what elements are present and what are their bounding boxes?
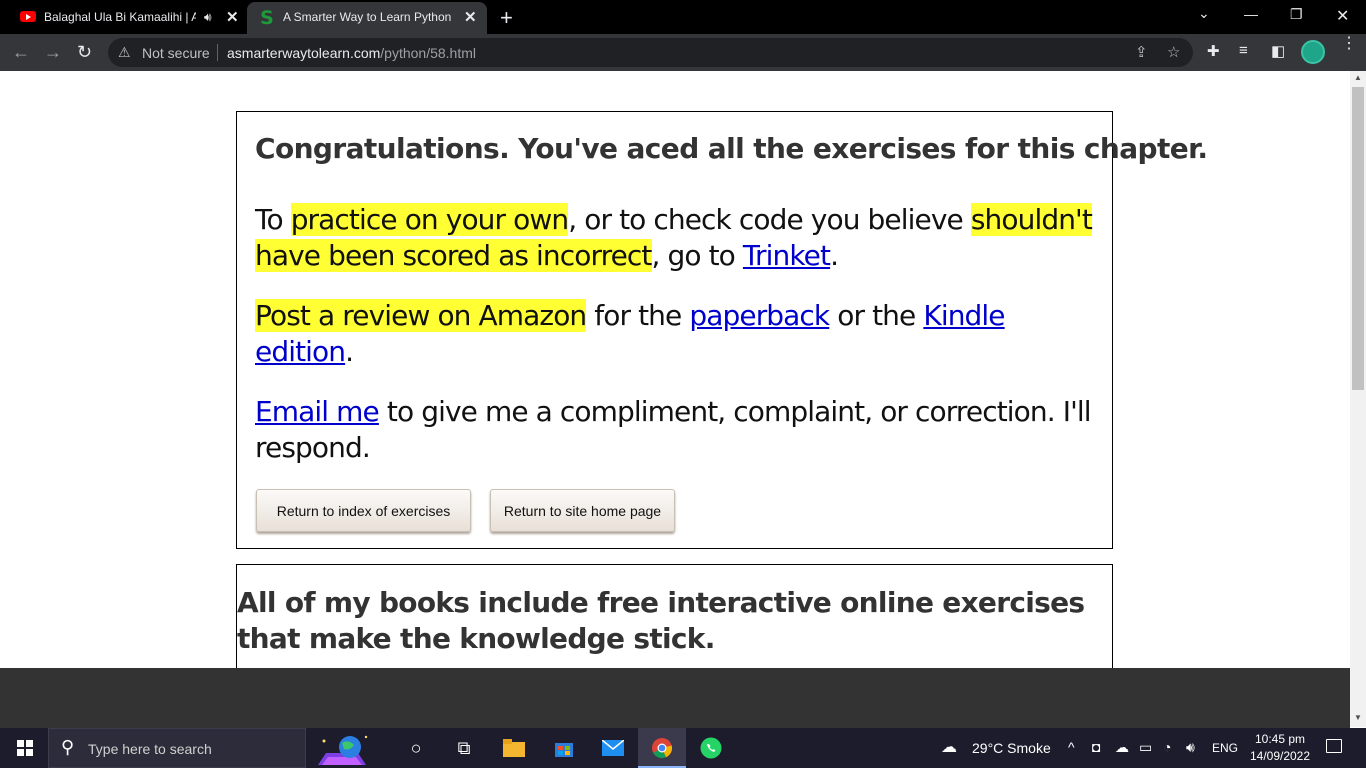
security-label[interactable]: Not secure xyxy=(142,45,210,61)
search-icon: ⚲ xyxy=(61,737,75,757)
scroll-up-arrow-icon[interactable]: ▲ xyxy=(1354,73,1362,82)
books-heading: All of my books include free interactive… xyxy=(237,586,1085,655)
windows-start-icon[interactable] xyxy=(17,740,33,756)
side-panel-icon[interactable]: ◧ xyxy=(1271,42,1285,60)
congrats-heading: Congratulations. You've aced all the exe… xyxy=(255,132,1208,165)
scroll-down-arrow-icon[interactable]: ▼ xyxy=(1354,713,1362,722)
volume-icon[interactable]: 🔊︎ xyxy=(1186,739,1195,756)
email-paragraph: Email me to give me a compliment, compla… xyxy=(255,395,1092,464)
divider xyxy=(217,44,218,61)
clock-date: 14/09/2022 xyxy=(1249,749,1311,763)
notifications-icon[interactable] xyxy=(1326,739,1342,753)
tab-title: Balaghal Ula Bi Kamaalihi | A xyxy=(44,10,196,24)
profile-avatar[interactable] xyxy=(1301,40,1325,64)
chevron-up-icon[interactable]: ^ xyxy=(1068,739,1075,755)
reload-icon[interactable]: ↻ xyxy=(77,42,92,63)
cortana-circle-icon[interactable]: ○ xyxy=(404,736,428,760)
url-text[interactable]: asmarterwaytolearn.com/python/58.html xyxy=(227,45,476,61)
page-scrollbar[interactable]: ▲ ▼ xyxy=(1350,71,1366,727)
browser-toolbar: ← → ↻ ⚠ Not secure asmarterwaytolearn.co… xyxy=(0,34,1366,71)
media-queue-icon[interactable]: ≡ xyxy=(1239,42,1248,59)
address-bar[interactable]: ⚠ Not secure asmarterwaytolearn.com/pyth… xyxy=(108,38,1193,67)
tab-strip: Balaghal Ula Bi Kamaalihi | A 🔊︎ ✕ S A S… xyxy=(0,0,1366,34)
practice-paragraph: To practice on your own, or to check cod… xyxy=(255,203,1093,272)
wifi-icon[interactable]: ◔ xyxy=(1163,739,1171,755)
weather-text[interactable]: 29°C Smoke xyxy=(972,740,1051,756)
minimize-icon[interactable]: — xyxy=(1244,6,1258,22)
paperback-link[interactable]: paperback xyxy=(689,299,830,332)
tab-smarter-way[interactable]: S A Smarter Way to Learn Python - ✕ xyxy=(247,2,487,34)
back-arrow-icon[interactable]: ← xyxy=(12,42,30,63)
weather-cloud-moon-icon[interactable]: ☁ xyxy=(941,737,957,757)
close-tab-icon[interactable]: ✕ xyxy=(226,8,239,26)
restore-icon[interactable]: ❐ xyxy=(1290,6,1303,23)
tab-title: A Smarter Way to Learn Python - xyxy=(283,10,451,24)
menu-kebab-icon[interactable]: ⋮ xyxy=(1341,36,1357,52)
bookmark-star-icon[interactable]: ☆ xyxy=(1167,43,1180,61)
scrollbar-thumb[interactable] xyxy=(1352,87,1364,390)
s-logo-icon: S xyxy=(260,7,274,29)
search-placeholder: Type here to search xyxy=(88,741,212,757)
task-view-icon[interactable]: ⧉ xyxy=(452,736,476,760)
dark-overlay-region xyxy=(0,668,1350,728)
battery-icon[interactable]: ▭ xyxy=(1139,739,1152,756)
windows-taskbar: ⚲ Type here to search ○ ⧉ ☁ 29°C Smoke ^… xyxy=(0,728,1366,768)
onedrive-cloud-icon[interactable]: ☁ xyxy=(1115,739,1129,756)
meet-now-icon[interactable]: ◘ xyxy=(1092,739,1100,755)
warning-icon[interactable]: ⚠ xyxy=(118,44,131,61)
microsoft-store-icon[interactable] xyxy=(552,736,576,760)
whatsapp-icon[interactable] xyxy=(699,736,723,760)
tab-youtube[interactable]: Balaghal Ula Bi Kamaalihi | A 🔊︎ ✕ xyxy=(8,0,245,34)
return-to-home-button[interactable]: Return to site home page xyxy=(490,489,675,532)
chrome-icon[interactable] xyxy=(650,736,674,760)
tab-search-icon[interactable]: ⌄ xyxy=(1198,5,1210,22)
youtube-icon xyxy=(20,11,36,22)
books-panel: All of my books include free interactive… xyxy=(236,564,1113,668)
clock-time: 10:45 pm xyxy=(1254,732,1306,746)
speaker-icon[interactable]: 🔊︎ xyxy=(204,10,212,25)
clock[interactable]: 10:45 pm 14/09/2022 xyxy=(1240,731,1320,765)
page-viewport: Congratulations. You've aced all the exe… xyxy=(0,71,1350,668)
language-indicator[interactable]: ENG xyxy=(1212,741,1238,755)
taskbar-search-box[interactable]: ⚲ Type here to search xyxy=(48,728,306,768)
trinket-link[interactable]: Trinket xyxy=(743,239,831,272)
mail-icon[interactable] xyxy=(601,736,625,760)
file-explorer-icon[interactable] xyxy=(502,736,526,760)
return-to-index-button[interactable]: Return to index of exercises xyxy=(256,489,471,532)
close-window-icon[interactable]: ✕ xyxy=(1336,6,1349,26)
review-paragraph: Post a review on Amazon for the paperbac… xyxy=(255,299,1006,368)
search-highlight-globe-icon[interactable] xyxy=(312,731,372,767)
forward-arrow-icon[interactable]: → xyxy=(44,42,62,63)
share-icon[interactable]: ⇪ xyxy=(1135,43,1148,61)
extensions-puzzle-icon[interactable]: ✚ xyxy=(1207,42,1220,60)
congrats-panel: Congratulations. You've aced all the exe… xyxy=(236,111,1208,549)
close-tab-icon[interactable]: ✕ xyxy=(464,8,477,26)
email-me-link[interactable]: Email me xyxy=(255,395,380,428)
new-tab-button[interactable]: + xyxy=(500,5,513,31)
